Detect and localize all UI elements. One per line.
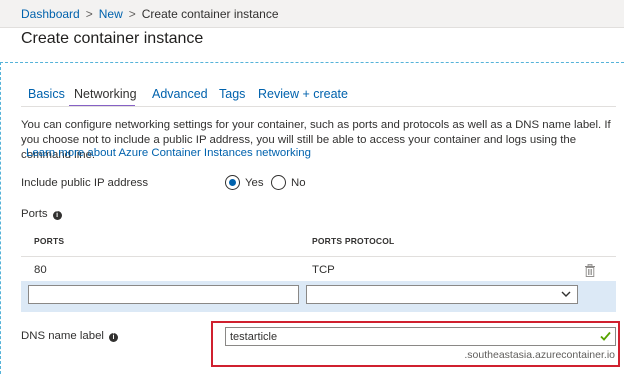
chevron-down-icon xyxy=(561,291,571,297)
ports-label: Ports i xyxy=(21,208,62,220)
radio-checked-icon xyxy=(225,175,240,190)
tabs-divider xyxy=(21,106,616,107)
protocol-cell: TCP xyxy=(312,264,335,276)
new-port-input[interactable] xyxy=(28,285,299,304)
info-icon[interactable]: i xyxy=(52,211,62,220)
breadcrumb-separator: > xyxy=(128,7,136,21)
public-ip-no-radio[interactable]: No xyxy=(271,175,306,190)
column-header-ports: PORTS xyxy=(34,236,65,246)
ports-label-text: Ports xyxy=(21,208,48,220)
tab-basics[interactable]: Basics xyxy=(28,87,65,101)
breadcrumb-current: Create container instance xyxy=(141,7,279,21)
breadcrumb-separator: > xyxy=(85,7,93,21)
tab-tags[interactable]: Tags xyxy=(219,87,245,101)
dns-name-input[interactable] xyxy=(226,328,596,345)
tab-review-create[interactable]: Review + create xyxy=(258,87,348,101)
radio-label-no: No xyxy=(291,176,306,189)
page-title: Create container instance xyxy=(21,30,204,47)
learn-more-link[interactable]: Learn more about Azure Container Instanc… xyxy=(26,147,311,159)
dns-suffix: .southeastasia.azurecontainer.io xyxy=(464,349,615,361)
trash-icon[interactable] xyxy=(584,264,596,277)
info-icon[interactable]: i xyxy=(108,333,118,342)
dns-name-field xyxy=(225,327,616,346)
tab-networking[interactable]: Networking xyxy=(74,87,137,101)
title-area: Create container instance xyxy=(0,28,624,62)
radio-label-yes: Yes xyxy=(245,176,264,189)
header-divider xyxy=(21,256,616,257)
new-protocol-select[interactable] xyxy=(306,285,578,304)
public-ip-label: Include public IP address xyxy=(21,177,149,189)
dns-name-label: DNS name label i xyxy=(21,330,118,342)
column-header-ports-protocol: PORTS PROTOCOL xyxy=(312,236,395,246)
dns-name-label-text: DNS name label xyxy=(21,330,104,342)
port-cell: 80 xyxy=(34,264,47,276)
breadcrumb: Dashboard > New > Create container instance xyxy=(21,7,279,21)
tab-advanced[interactable]: Advanced xyxy=(152,87,208,101)
breadcrumb-new[interactable]: New xyxy=(99,7,123,21)
breadcrumb-dashboard[interactable]: Dashboard xyxy=(21,7,80,21)
new-port-row xyxy=(21,281,616,312)
public-ip-yes-radio[interactable]: Yes xyxy=(225,175,264,190)
top-bar: Dashboard > New > Create container instance xyxy=(0,0,624,28)
radio-unchecked-icon xyxy=(271,175,286,190)
checkmark-icon xyxy=(600,331,611,341)
ports-table: PORTS PORTS PROTOCOL 80 TCP xyxy=(21,225,616,315)
